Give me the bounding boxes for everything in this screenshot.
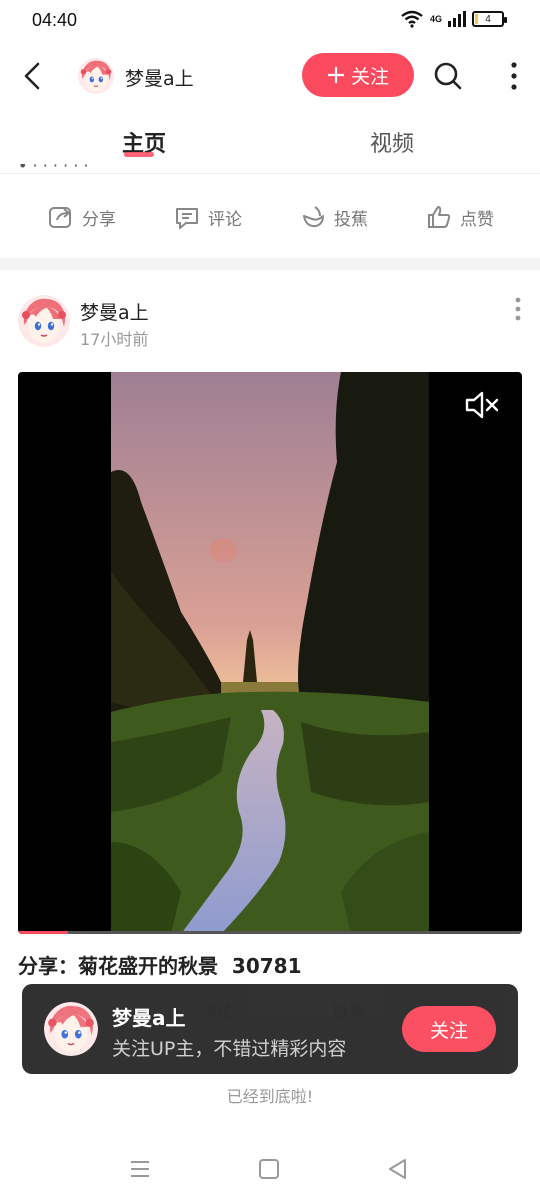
like-button[interactable]: 点赞 — [426, 204, 494, 230]
video-player[interactable] — [18, 372, 522, 934]
system-nav-bar — [0, 1140, 540, 1200]
video-progress-fill — [18, 931, 69, 934]
wifi-icon — [401, 10, 423, 28]
scrolled-off-text: • · · · · · · — [18, 164, 89, 175]
banana-label: 投蕉 — [334, 209, 368, 230]
battery-icon: 4 — [472, 11, 507, 27]
previous-post-actions: 分享 评论 投蕉 点赞 — [0, 196, 540, 246]
toast-follow-button[interactable]: 关注 — [402, 1006, 496, 1052]
post-more-icon[interactable] — [504, 294, 532, 326]
status-bar: 04:40 4G 4 — [0, 0, 540, 40]
status-icons: 4G 4 — [400, 10, 507, 28]
toast-description: 关注UP主，不错过精彩内容 — [112, 1038, 347, 1060]
profile-header: 梦曼a上 关注 — [0, 44, 540, 108]
comment-button[interactable]: 评论 — [174, 204, 242, 230]
battery-fill — [475, 14, 478, 24]
follow-prompt-toast: 梦曼a上 关注UP主，不错过精彩内容 关注 — [22, 984, 518, 1074]
post-caption: 分享：菊花盛开的秋景 30781 — [18, 954, 302, 978]
comment-icon — [176, 208, 198, 229]
share-button[interactable]: 分享 — [48, 204, 116, 230]
toast-avatar[interactable] — [44, 1002, 98, 1056]
thumbs-up-icon — [428, 206, 451, 228]
toast-username: 梦曼a上 — [112, 1006, 186, 1030]
comment-label: 评论 — [208, 209, 242, 230]
status-time: 04:40 — [32, 10, 78, 30]
banana-button[interactable]: 投蕉 — [300, 204, 368, 230]
video-progress-track[interactable] — [18, 931, 522, 934]
post-timestamp: 17小时前 — [80, 330, 149, 349]
header-username: 梦曼a上 — [125, 68, 194, 90]
share-icon — [49, 207, 71, 228]
network-label: 4G — [429, 14, 442, 24]
follow-button[interactable]: 关注 — [302, 53, 414, 97]
tab-video[interactable]: 视频 — [370, 126, 414, 158]
header-avatar[interactable] — [78, 58, 114, 94]
feed-divider — [0, 258, 540, 270]
plus-icon — [327, 67, 344, 83]
more-vertical-icon[interactable] — [500, 58, 528, 94]
banana-icon — [303, 206, 324, 228]
like-label: 点赞 — [460, 209, 494, 230]
search-icon[interactable] — [430, 58, 466, 94]
post-author-name[interactable]: 梦曼a上 — [80, 298, 149, 325]
triangle-back-icon[interactable] — [383, 1154, 413, 1184]
post-author-avatar[interactable] — [18, 295, 70, 347]
signal-icon — [448, 11, 466, 27]
speaker-muted-icon[interactable] — [464, 388, 502, 422]
square-home-icon[interactable] — [254, 1154, 284, 1184]
battery-label: 4 — [485, 13, 491, 25]
video-frame-landscape — [111, 372, 429, 934]
feed-end-text: 已经到底啦! — [226, 1087, 314, 1106]
share-label: 分享 — [82, 209, 116, 230]
tab-active-indicator — [124, 152, 154, 157]
follow-button-label: 关注 — [350, 65, 389, 88]
back-arrow-icon[interactable] — [16, 56, 52, 96]
menu-icon[interactable] — [125, 1154, 155, 1184]
